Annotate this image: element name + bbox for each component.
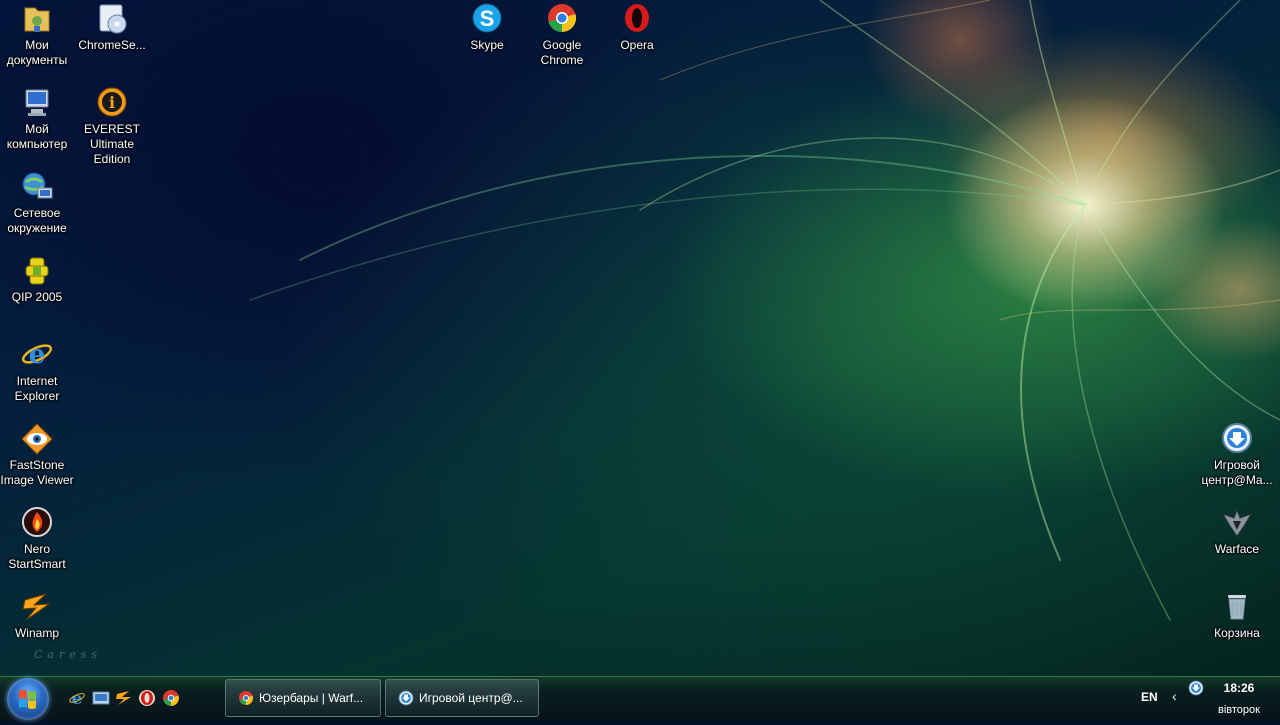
task-button-game-center[interactable]: Игровой центр@... <box>385 679 539 717</box>
skype-icon: S <box>470 2 504 36</box>
faststone-eye-icon <box>20 422 54 456</box>
desktop-icon-recycle-bin[interactable]: Корзина <box>1198 590 1276 641</box>
task-button-label: Юзербары | Warf... <box>259 691 364 705</box>
recycle-bin-icon <box>1220 590 1254 624</box>
clock-time: 18:26 <box>1223 681 1255 695</box>
desktop-wallpaper: Caress Мои документы ChromeSe... Мой ком… <box>0 0 1280 676</box>
svg-text:e: e <box>72 689 83 707</box>
qip-icon <box>20 254 54 288</box>
svg-text:e: e <box>29 340 46 370</box>
chrome-icon <box>545 2 579 36</box>
desktop-icon-warface[interactable]: Warface <box>1198 506 1276 557</box>
quicklaunch-show-desktop-icon[interactable] <box>92 689 110 707</box>
chrome-icon <box>239 691 253 705</box>
desktop-icon-everest[interactable]: i EVEREST Ultimate Edition <box>73 86 151 167</box>
winamp-bolt-icon <box>20 590 54 624</box>
quicklaunch-winamp-icon[interactable] <box>115 689 133 707</box>
svg-text:i: i <box>109 93 115 112</box>
quicklaunch-chrome-icon[interactable] <box>162 689 180 707</box>
start-button[interactable] <box>7 678 49 720</box>
windows-logo-icon <box>19 690 36 709</box>
wallpaper-watermark: Caress <box>34 648 103 661</box>
network-globe-icon <box>20 170 54 204</box>
desktop-icon-faststone[interactable]: FastStone Image Viewer <box>0 422 76 488</box>
internet-explorer-icon: e <box>20 338 54 372</box>
desktop-icon-nero[interactable]: Nero StartSmart <box>0 506 76 572</box>
desktop-icon-my-documents[interactable]: Мои документы <box>0 2 76 68</box>
clock-day: вівторок <box>1218 704 1260 716</box>
desktop-icon-my-computer[interactable]: Мой компьютер <box>0 86 76 152</box>
language-indicator[interactable]: EN <box>1141 690 1158 704</box>
warface-emblem-icon <box>1220 506 1254 540</box>
info-icon: i <box>95 86 129 120</box>
desktop-icon-network[interactable]: Сетевое окружение <box>0 170 76 236</box>
desktop-icon-skype[interactable]: S Skype <box>448 2 526 53</box>
task-button-label: Игровой центр@... <box>419 691 523 705</box>
wallpaper-art <box>249 0 1280 621</box>
nero-flame-icon <box>20 506 54 540</box>
desktop-icon-game-center[interactable]: Игровой центр@Ma... <box>1198 422 1276 488</box>
desktop-icon-google-chrome[interactable]: Google Chrome <box>523 2 601 68</box>
taskbar: e Юзербары | Warf... Игровой центр@... E… <box>0 676 1280 721</box>
quicklaunch-opera-icon[interactable] <box>138 689 156 707</box>
opera-icon <box>620 2 654 36</box>
installer-disc-icon <box>95 2 129 36</box>
tray-game-center-download-icon[interactable] <box>1188 680 1204 696</box>
download-arrow-icon <box>1220 422 1254 456</box>
task-button-userbars[interactable]: Юзербары | Warf... <box>225 679 381 717</box>
desktop-icon-internet-explorer[interactable]: e Internet Explorer <box>0 338 76 404</box>
desktop-icon-winamp[interactable]: Winamp <box>0 590 76 641</box>
desktop-icon-qip[interactable]: QIP 2005 <box>0 254 76 305</box>
desktop-icon-opera[interactable]: Opera <box>598 2 676 53</box>
folder-documents-icon <box>20 2 54 36</box>
computer-icon <box>20 86 54 120</box>
clock[interactable]: 18:26 вівторок <box>1206 681 1272 717</box>
download-arrow-icon <box>398 690 414 706</box>
tray-expand-chevron-icon[interactable]: ‹ <box>1172 688 1177 704</box>
desktop-icon-chrome-setup[interactable]: ChromeSe... <box>73 2 151 53</box>
svg-text:S: S <box>480 6 495 31</box>
quicklaunch-internet-explorer-icon[interactable]: e <box>68 689 86 707</box>
